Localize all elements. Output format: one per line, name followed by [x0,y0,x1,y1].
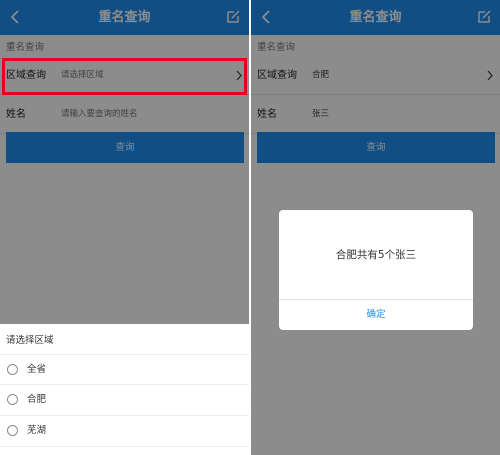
radio-icon[interactable] [7,394,18,405]
option-label: 全省 [27,364,47,375]
dialog-message: 合肥共有5个张三 [335,249,417,261]
picker-option[interactable]: 全省 [0,354,249,385]
region-picker-sheet: 请选择区域 全省 合肥 芜湖 [0,324,249,455]
left-screen: 重名查询 重名查询 区域查询 请选择区域 姓名 请输入要查询的姓名 查询 请选择… [0,0,249,455]
option-label: 合肥 [27,394,47,405]
picker-option[interactable] [0,446,249,455]
picker-option[interactable]: 合肥 [0,384,249,415]
radio-icon[interactable] [7,364,18,375]
confirm-button[interactable]: 确定 [279,300,473,330]
option-label: 芜湖 [27,425,47,436]
highlight-box [2,58,247,95]
picker-option[interactable]: 芜湖 [0,415,249,446]
picker-title: 请选择区域 [6,335,54,346]
right-screen: 重名查询 重名查询 区域查询 合肥 姓名 张三 查询 合肥共有5个张三 确定 [251,0,500,455]
result-dialog: 合肥共有5个张三 确定 [279,210,473,330]
radio-icon[interactable] [7,425,18,436]
screenshot-stage: 重名查询 重名查询 区域查询 请选择区域 姓名 请输入要查询的姓名 查询 请选择… [0,0,500,455]
